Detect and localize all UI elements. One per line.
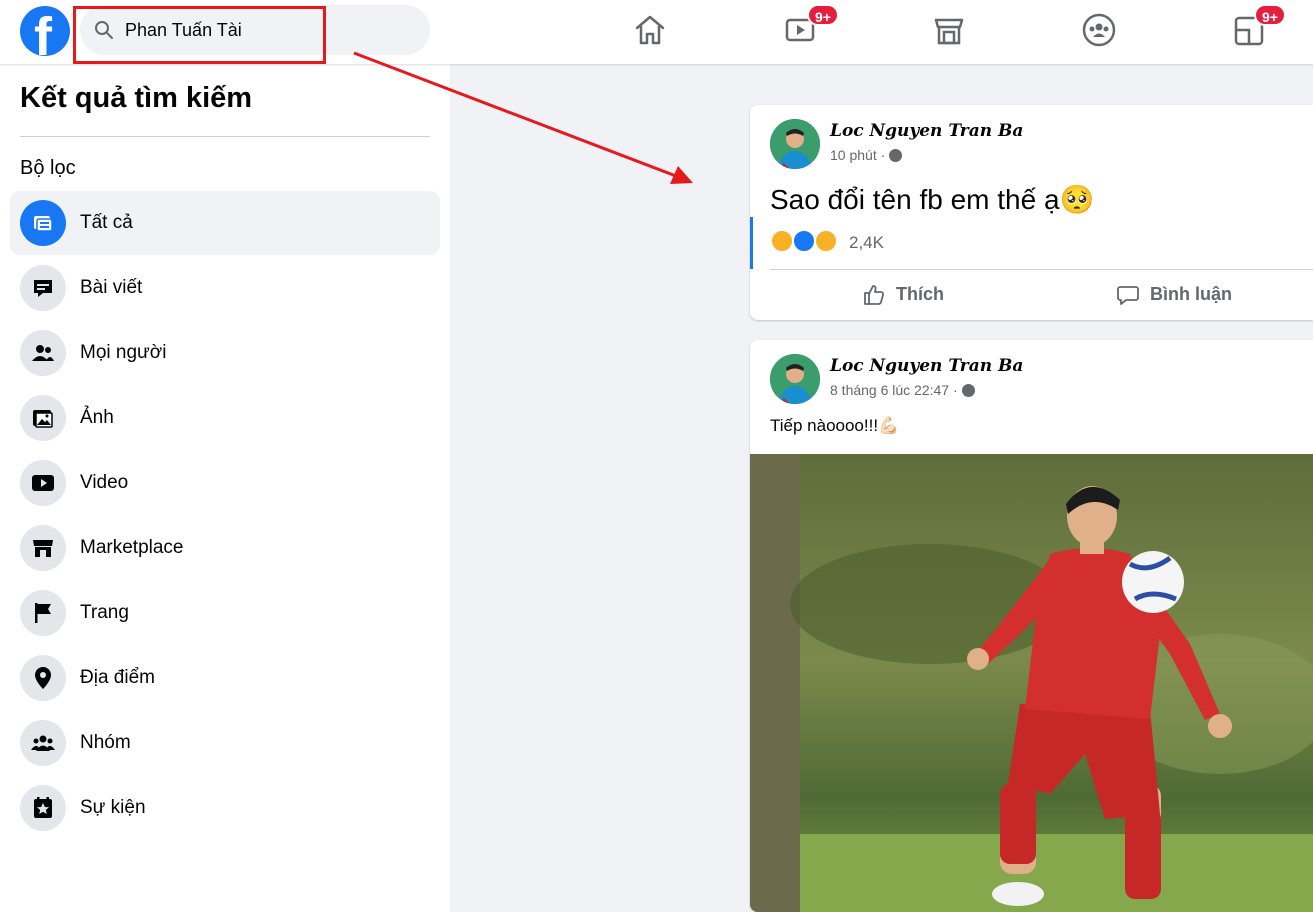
post-author[interactable]: Loc Nguyen Tran Ba (830, 121, 1023, 141)
sidebar-item-people[interactable]: Mọi người (10, 321, 440, 385)
places-pin-icon (20, 655, 66, 701)
reaction-count[interactable]: 2,4K (849, 233, 884, 253)
all-results-icon (20, 200, 66, 246)
sidebar-item-label: Marketplace (80, 537, 184, 558)
divider (20, 136, 430, 137)
haha-reaction-icon (770, 229, 794, 253)
post-time-text[interactable]: 8 tháng 6 lúc 22:47 · (830, 382, 958, 398)
home-icon[interactable] (632, 12, 668, 48)
sidebar-item-photos[interactable]: Ảnh (10, 386, 440, 450)
comment-icon (1117, 286, 1139, 305)
post-timestamp: 8 tháng 6 lúc 22:47 · (830, 382, 975, 398)
comment-button[interactable]: Bình luận (1116, 281, 1256, 309)
marketplace-icon[interactable] (931, 12, 967, 48)
post-card: Loc Nguyen Tran Ba 8 tháng 6 lúc 22:47 ·… (750, 340, 1313, 912)
post-timestamp: 10 phút · (830, 147, 903, 163)
comment-label: Bình luận (1150, 284, 1232, 304)
sidebar-item-video[interactable]: Video (10, 451, 440, 515)
sidebar-item-label: Video (80, 472, 129, 493)
photos-icon (20, 395, 66, 441)
post-time-text[interactable]: 10 phút · (830, 147, 885, 163)
post-text: Tiếp nàoooo!!!💪🏻 (770, 416, 900, 435)
post-text: Sao đổi tên fb em thế ạ🥺 (770, 184, 1095, 215)
divider (770, 269, 1313, 270)
author-avatar[interactable] (770, 119, 820, 169)
facebook-logo-icon[interactable]: f (20, 6, 70, 56)
search-filters-sidebar: Kết quả tìm kiếm Bộ lọc Tất cả Bài viết … (0, 64, 450, 912)
sidebar-item-label: Ảnh (80, 407, 114, 428)
filter-heading: Bộ lọc (20, 157, 76, 179)
sidebar-item-posts[interactable]: Bài viết (10, 256, 440, 320)
sidebar-item-label: Sự kiện (80, 797, 146, 818)
sidebar-item-places[interactable]: Địa điểm (10, 646, 440, 710)
posts-icon (20, 265, 66, 311)
like-reaction-icon (792, 229, 816, 253)
sidebar-item-label: Địa điểm (80, 667, 155, 688)
sidebar-item-label: Tất cả (80, 212, 133, 233)
football-player-photo (750, 454, 1313, 912)
post-card: Loc Nguyen Tran Ba 10 phút · Sao đổi tên… (750, 105, 1313, 320)
sidebar-item-label: Trang (80, 602, 129, 623)
search-highlight-box (73, 6, 326, 64)
pages-flag-icon (20, 590, 66, 636)
video-icon (20, 460, 66, 506)
sidebar-item-pages[interactable]: Trang (10, 581, 440, 645)
like-label: Thích (896, 284, 944, 304)
page-title: Kết quả tìm kiếm (20, 82, 253, 114)
sidebar-item-events[interactable]: Sự kiện (10, 776, 440, 840)
events-star-icon (20, 785, 66, 831)
author-avatar[interactable] (770, 354, 820, 404)
thumbs-up-icon (864, 285, 885, 305)
sidebar-item-marketplace[interactable]: Marketplace (10, 516, 440, 580)
watch-notification-badge: 9+ (807, 4, 839, 26)
groups-icon[interactable] (1081, 12, 1117, 48)
accent-edge (750, 217, 753, 269)
menu-notification-badge: 9+ (1254, 4, 1286, 26)
groups-icon (20, 720, 66, 766)
post-photo[interactable] (750, 454, 1313, 912)
post-author[interactable]: Loc Nguyen Tran Ba (830, 356, 1023, 376)
sad-reaction-icon (814, 229, 838, 253)
sidebar-item-all[interactable]: Tất cả (10, 191, 440, 255)
marketplace-icon (20, 525, 66, 571)
public-globe-icon (961, 384, 975, 397)
sidebar-item-label: Nhóm (80, 732, 131, 753)
like-button[interactable]: Thích (862, 281, 972, 309)
sidebar-item-groups[interactable]: Nhóm (10, 711, 440, 775)
sidebar-item-label: Bài viết (80, 277, 143, 298)
sidebar-item-label: Mọi người (80, 342, 167, 363)
public-globe-icon (889, 149, 903, 162)
people-icon (20, 330, 66, 376)
